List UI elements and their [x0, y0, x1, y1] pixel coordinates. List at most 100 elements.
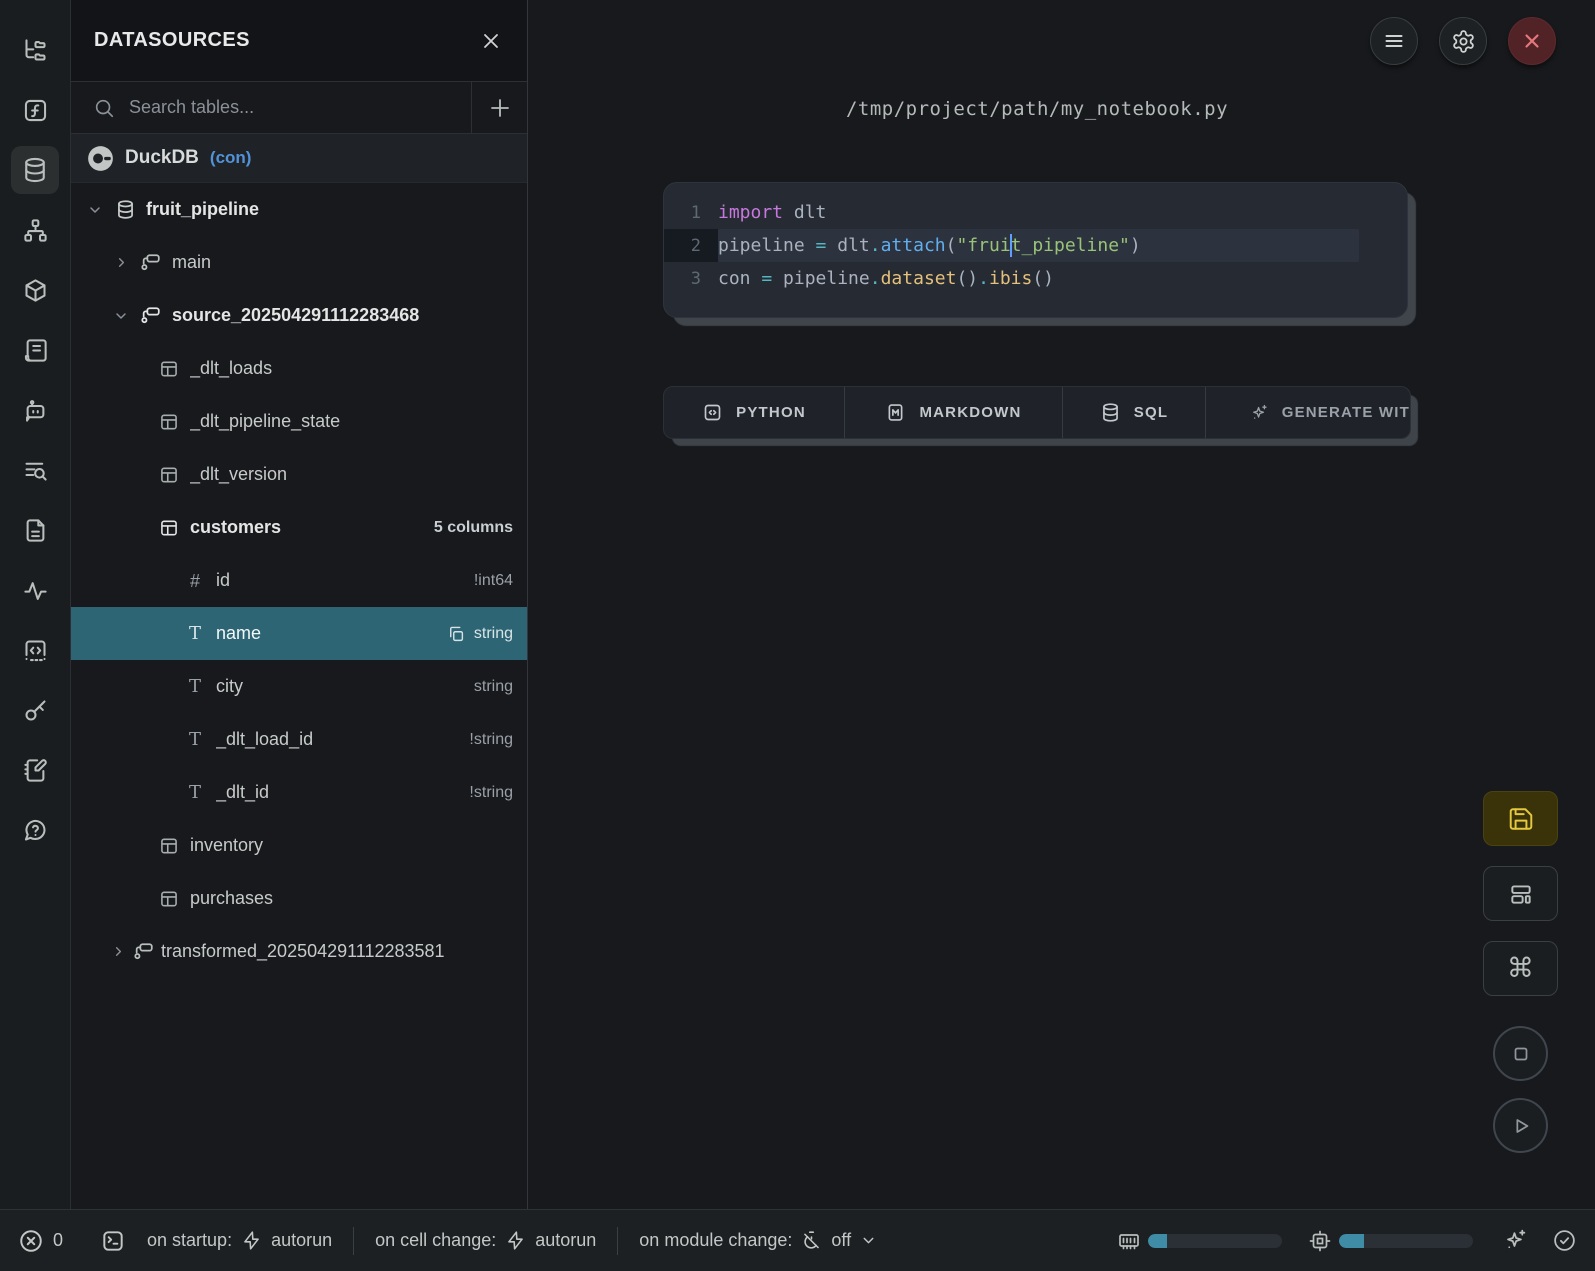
- layout-button[interactable]: [1483, 866, 1558, 921]
- memory-icon: [1117, 1229, 1141, 1253]
- tree-row-column[interactable]: # id !int64: [71, 554, 527, 607]
- sparkles-icon[interactable]: [1503, 1228, 1528, 1253]
- notebook-file-path: /tmp/project/path/my_notebook.py: [663, 98, 1411, 120]
- activity-rail: [0, 0, 71, 1209]
- tree-row-table[interactable]: _dlt_pipeline_state: [71, 395, 527, 448]
- plus-icon: [488, 96, 512, 120]
- tree-row-schema[interactable]: source_202504291112283468: [71, 289, 527, 342]
- key-icon: [22, 697, 49, 724]
- column-count: 5 columns: [434, 519, 513, 537]
- code-line: 1 import dlt: [664, 196, 1407, 229]
- chevron-right-icon: [111, 944, 126, 959]
- check-circle-icon[interactable]: [1552, 1228, 1577, 1253]
- add-sql-cell-button[interactable]: SQL: [1063, 387, 1206, 438]
- code-icon: [702, 402, 723, 423]
- column-type: !string: [469, 784, 513, 802]
- save-button[interactable]: [1483, 791, 1558, 846]
- run-button[interactable]: [1493, 1098, 1548, 1153]
- markdown-icon: [885, 402, 906, 423]
- tree-row-schema[interactable]: main: [71, 236, 527, 289]
- help-button[interactable]: [11, 806, 59, 854]
- file-tree-button[interactable]: [11, 26, 59, 74]
- connection-badge: (con): [210, 148, 252, 168]
- generate-with-ai-button[interactable]: GENERATE WIT: [1206, 387, 1410, 438]
- dependencies-button[interactable]: [11, 206, 59, 254]
- close-panel-icon[interactable]: [479, 29, 503, 53]
- ai-chat-button[interactable]: [11, 386, 59, 434]
- text-type-icon: T: [189, 784, 201, 802]
- network-icon: [22, 217, 49, 244]
- command-icon: ⌘: [1507, 953, 1534, 984]
- tree-row-table[interactable]: purchases: [71, 872, 527, 925]
- errors-indicator[interactable]: 0: [18, 1228, 63, 1254]
- code-cell[interactable]: 1 import dlt 2 pipeline = dlt.attach("fr…: [663, 182, 1408, 318]
- documentation-button[interactable]: [11, 506, 59, 554]
- memory-meter-fill: [1148, 1234, 1167, 1248]
- status-bar: 0 on startup: autorun on cell change: au…: [0, 1209, 1595, 1271]
- cpu-meter: [1339, 1234, 1473, 1248]
- app-window: DATASOURCES DuckDB (con) fruit_pipeli: [0, 0, 1595, 1209]
- terminal-button[interactable]: [100, 1228, 126, 1254]
- tracing-button[interactable]: [11, 566, 59, 614]
- tree-row-table[interactable]: customers 5 columns: [71, 501, 527, 554]
- tree-row-table[interactable]: _dlt_version: [71, 448, 527, 501]
- copy-icon[interactable]: [447, 625, 465, 643]
- tree-row-table[interactable]: _dlt_loads: [71, 342, 527, 395]
- keyboard-shortcuts-button[interactable]: ⌘: [1483, 941, 1558, 996]
- stop-icon: [1510, 1043, 1532, 1065]
- logs-button[interactable]: [11, 326, 59, 374]
- search-logs-button[interactable]: [11, 446, 59, 494]
- line-number: 1: [664, 196, 718, 229]
- tree-row-schema[interactable]: transformed_202504291112283581: [71, 925, 527, 978]
- table-icon: [159, 359, 179, 379]
- table-icon: [159, 889, 179, 909]
- scroll-icon: [22, 337, 49, 364]
- settings-button[interactable]: [1439, 17, 1487, 65]
- table-icon: [159, 412, 179, 432]
- tree-row-database[interactable]: fruit_pipeline: [71, 183, 527, 236]
- function-button[interactable]: [11, 86, 59, 134]
- resource-meters: [1117, 1228, 1577, 1253]
- tree-row-column[interactable]: T _dlt_load_id !string: [71, 713, 527, 766]
- text-type-icon: T: [189, 678, 201, 696]
- menu-button[interactable]: [1370, 17, 1418, 65]
- tree-row-table[interactable]: inventory: [71, 819, 527, 872]
- datasources-button[interactable]: [11, 146, 59, 194]
- on-cell-change-setting[interactable]: on cell change: autorun: [354, 1230, 617, 1251]
- timer-off-icon: [801, 1230, 822, 1251]
- datasources-panel-header: DATASOURCES: [71, 0, 527, 82]
- connection-row-duckdb[interactable]: DuckDB (con): [71, 134, 527, 183]
- schema-icon: [140, 305, 162, 327]
- stop-button[interactable]: [1493, 1026, 1548, 1081]
- hamburger-menu-icon: [1382, 29, 1406, 53]
- table-icon: [159, 836, 179, 856]
- secrets-button[interactable]: [11, 686, 59, 734]
- on-module-change-setting[interactable]: on module change: off: [618, 1230, 898, 1251]
- search-box: [71, 82, 471, 133]
- tree-row-column[interactable]: T city string: [71, 660, 527, 713]
- schema-icon: [133, 941, 155, 963]
- datasources-panel: DATASOURCES DuckDB (con) fruit_pipeli: [71, 0, 528, 1209]
- tree-row-column[interactable]: T _dlt_id !string: [71, 766, 527, 819]
- bot-chat-icon: [22, 397, 49, 424]
- add-python-cell-button[interactable]: PYTHON: [664, 387, 845, 438]
- chevron-down-icon: [113, 308, 129, 324]
- notebook-area: /tmp/project/path/my_notebook.py 1 impor…: [528, 0, 1595, 1209]
- text-type-icon: T: [189, 731, 201, 749]
- add-cell-toolbar: PYTHON MARKDOWN SQL GENERATE WIT: [663, 386, 1411, 439]
- tree-row-column-selected[interactable]: T name string: [71, 607, 527, 660]
- add-markdown-cell-button[interactable]: MARKDOWN: [845, 387, 1063, 438]
- column-type: !int64: [474, 572, 513, 590]
- on-startup-setting[interactable]: on startup: autorun: [126, 1230, 353, 1251]
- search-icon: [93, 97, 115, 119]
- snippets-button[interactable]: [11, 626, 59, 674]
- database-icon: [21, 156, 49, 184]
- search-input[interactable]: [129, 97, 471, 118]
- zap-icon: [505, 1230, 526, 1251]
- scratchpad-button[interactable]: [11, 746, 59, 794]
- add-datasource-button[interactable]: [471, 82, 527, 133]
- packages-button[interactable]: [11, 266, 59, 314]
- table-icon: [159, 465, 179, 485]
- text-type-icon: T: [189, 625, 201, 643]
- database-icon: [1100, 402, 1121, 423]
